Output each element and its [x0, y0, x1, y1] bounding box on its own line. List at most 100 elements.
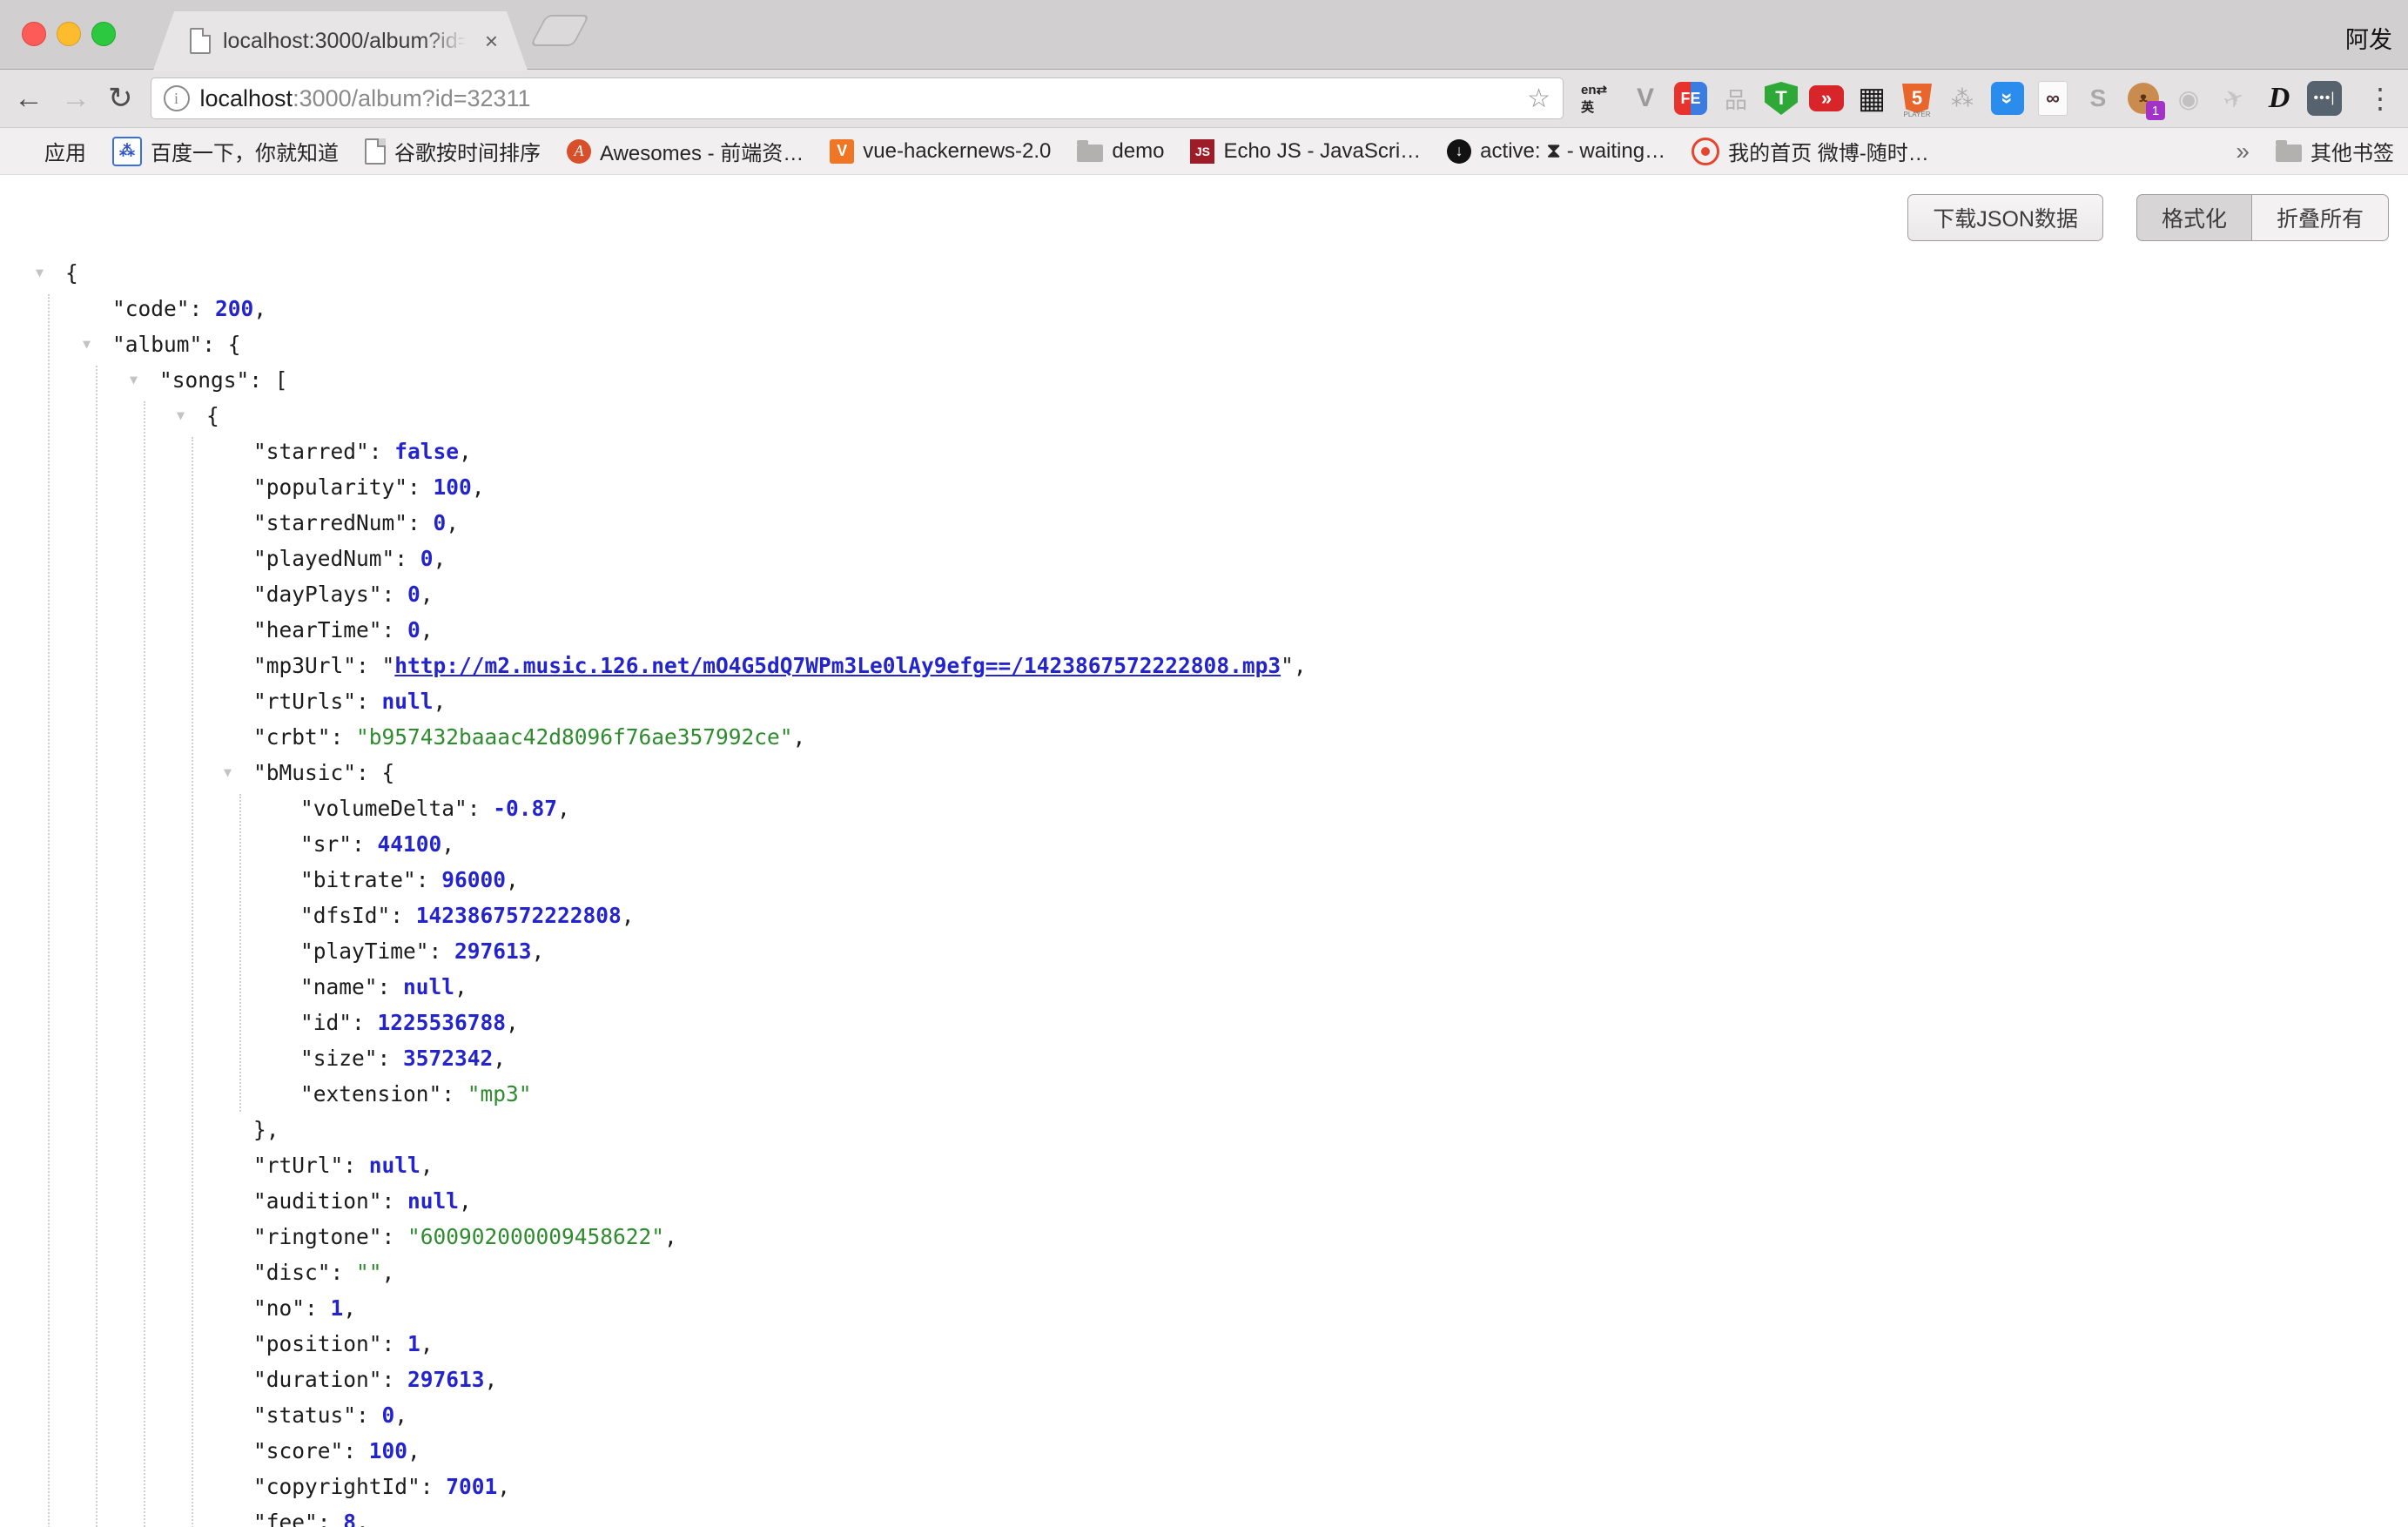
- json-line: "volumeDelta": -0.87,: [0, 790, 2408, 826]
- json-token: :: [356, 653, 382, 678]
- bookmark-item-echojs[interactable]: JSEcho JS - JavaScri…: [1190, 139, 1421, 164]
- new-tab-button[interactable]: [529, 15, 589, 46]
- address-bar[interactable]: i localhost:3000/album?id=32311 ☆: [151, 77, 1564, 119]
- translate-extension-icon[interactable]: en⇄英: [1581, 79, 1619, 118]
- url-host: localhost: [200, 85, 293, 111]
- paw-extension-icon[interactable]: ⁂: [1943, 79, 1981, 118]
- json-token: :: [356, 1403, 382, 1428]
- json-token: ,: [622, 903, 635, 928]
- json-token: ": [382, 653, 395, 678]
- json-token: "rtUrl": [253, 1153, 343, 1178]
- tab-close-icon[interactable]: ×: [485, 30, 498, 52]
- json-token: 297613: [454, 938, 532, 964]
- close-window-button[interactable]: [22, 22, 46, 46]
- json-token: :: [190, 296, 216, 321]
- json-token: ,: [434, 546, 447, 571]
- bookmark-item-awesomes[interactable]: AAwesomes - 前端资…: [567, 136, 804, 166]
- bookmark-item-folder[interactable]: demo: [1077, 139, 1164, 164]
- json-token: "disc": [253, 1260, 331, 1285]
- vue-devtools-icon[interactable]: V: [1626, 79, 1665, 118]
- collapse-arrow-icon[interactable]: ▼: [177, 398, 185, 434]
- password-dots-icon-glyph: •••|: [2307, 81, 2342, 116]
- json-token: 100: [434, 474, 472, 500]
- s-extension-icon-glyph: S: [2090, 84, 2107, 112]
- reload-button[interactable]: ↻: [108, 84, 133, 113]
- json-token: :: [352, 831, 378, 857]
- json-token: ,: [420, 582, 434, 607]
- qr-code-icon[interactable]: ▦: [1853, 79, 1891, 118]
- format-button[interactable]: 格式化: [2136, 194, 2251, 241]
- monkey-extension-icon[interactable]: ᴥ1: [2124, 79, 2162, 118]
- minimize-window-button[interactable]: [57, 22, 81, 46]
- json-line: "hearTime": 0,: [0, 612, 2408, 648]
- json-token: :: [378, 974, 404, 999]
- bookmark-item-baidu[interactable]: ⁂百度一下，你就知道: [112, 136, 339, 166]
- json-token: },: [253, 1117, 279, 1142]
- page-info-icon[interactable]: i: [164, 85, 190, 111]
- bookmark-item-apps[interactable]: 应用: [14, 136, 86, 166]
- json-line: ▼{: [0, 255, 2408, 291]
- json-token: "starredNum": [253, 510, 407, 535]
- download-collector-icon[interactable]: »: [1988, 79, 2027, 118]
- s-extension-icon[interactable]: S: [2079, 79, 2117, 118]
- json-token: ,: [420, 617, 434, 642]
- bookmark-star-icon[interactable]: ☆: [1527, 84, 1550, 114]
- bookmark-item-down-circle[interactable]: ↓ active: ⧗ - waiting…: [1447, 139, 1665, 164]
- collapse-arrow-icon[interactable]: ▼: [130, 362, 138, 398]
- collapse-arrow-icon[interactable]: ▼: [36, 255, 44, 291]
- extension-badge: 1: [2146, 101, 2165, 120]
- tampermonkey-shield-icon[interactable]: T: [1762, 79, 1800, 118]
- html5-player-icon-glyph: 5: [1902, 84, 1932, 113]
- collapse-arrow-icon[interactable]: ▼: [83, 326, 91, 362]
- json-line: ▼"bMusic": {: [0, 755, 2408, 790]
- chrome-menu-icon[interactable]: ⋮: [2366, 82, 2394, 115]
- download-collector-icon-glyph: »: [1991, 82, 2024, 115]
- mp3-url-link[interactable]: http://m2.music.126.net/mO4G5dQ7WPm3Le0l…: [394, 653, 1281, 678]
- tab-favicon-page-icon: [190, 28, 211, 54]
- back-button[interactable]: ←: [14, 84, 44, 113]
- json-token: 7001: [446, 1474, 497, 1499]
- json-token: "fee": [253, 1510, 318, 1527]
- json-token: 1: [331, 1295, 344, 1321]
- json-line: "starred": false,: [0, 434, 2408, 469]
- password-dots-icon[interactable]: •••|: [2305, 79, 2344, 118]
- html5-player-icon[interactable]: 5PLAYER: [1898, 79, 1936, 118]
- json-token: :: [382, 1224, 408, 1249]
- json-line: ▼{: [0, 398, 2408, 434]
- collapse-all-button[interactable]: 折叠所有: [2251, 194, 2389, 241]
- bookmarks-overflow-chevron[interactable]: »: [2236, 138, 2250, 165]
- json-line: "position": 1,: [0, 1326, 2408, 1362]
- fe-helper-icon[interactable]: FE: [1671, 79, 1710, 118]
- json-token: [: [275, 367, 288, 393]
- json-token: :: [352, 1010, 378, 1035]
- json-token: ,: [532, 938, 545, 964]
- profile-name[interactable]: 阿发: [2345, 21, 2392, 55]
- json-token: null: [369, 1153, 420, 1178]
- hummingbird-extension-icon[interactable]: ✈: [2215, 79, 2253, 118]
- other-bookmarks-folder[interactable]: 其他书签: [2276, 136, 2394, 166]
- json-line: "playedNum": 0,: [0, 541, 2408, 576]
- url-text[interactable]: localhost:3000/album?id=32311: [200, 85, 1517, 112]
- baidu-icon: ⁂: [112, 137, 142, 166]
- sitemap-extension-icon[interactable]: 品: [1717, 79, 1755, 118]
- json-token: ": [1281, 653, 1294, 678]
- fullscreen-window-button[interactable]: [91, 22, 116, 46]
- dark-d-extension-icon[interactable]: D: [2260, 79, 2298, 118]
- video-fastforward-icon[interactable]: »: [1807, 79, 1846, 118]
- collapse-arrow-icon[interactable]: ▼: [224, 755, 232, 790]
- bookmark-item-page[interactable]: 谷歌按时间排序: [365, 136, 541, 166]
- json-line: "rtUrls": null,: [0, 683, 2408, 719]
- json-token: :: [378, 1046, 404, 1071]
- json-token: 0: [420, 546, 434, 571]
- weibo-gray-extension-icon[interactable]: ◉: [2169, 79, 2208, 118]
- json-token: "album": [112, 332, 202, 357]
- down-circle-icon: ↓: [1447, 139, 1471, 164]
- bookmark-label: active: ⧗ - waiting…: [1480, 139, 1665, 164]
- bookmark-item-weibo[interactable]: 我的首页 微博-随时…: [1692, 136, 1929, 166]
- browser-tab[interactable]: localhost:3000/album?id=323 ×: [153, 11, 528, 71]
- json-line: "duration": 297613,: [0, 1362, 2408, 1397]
- mask-document-icon[interactable]: ∞: [2034, 79, 2072, 118]
- bookmark-item-vue[interactable]: Vvue-hackernews-2.0: [830, 139, 1051, 164]
- json-line: "mp3Url": "http://m2.music.126.net/mO4G5…: [0, 648, 2408, 683]
- download-json-button[interactable]: 下载JSON数据: [1907, 194, 2103, 241]
